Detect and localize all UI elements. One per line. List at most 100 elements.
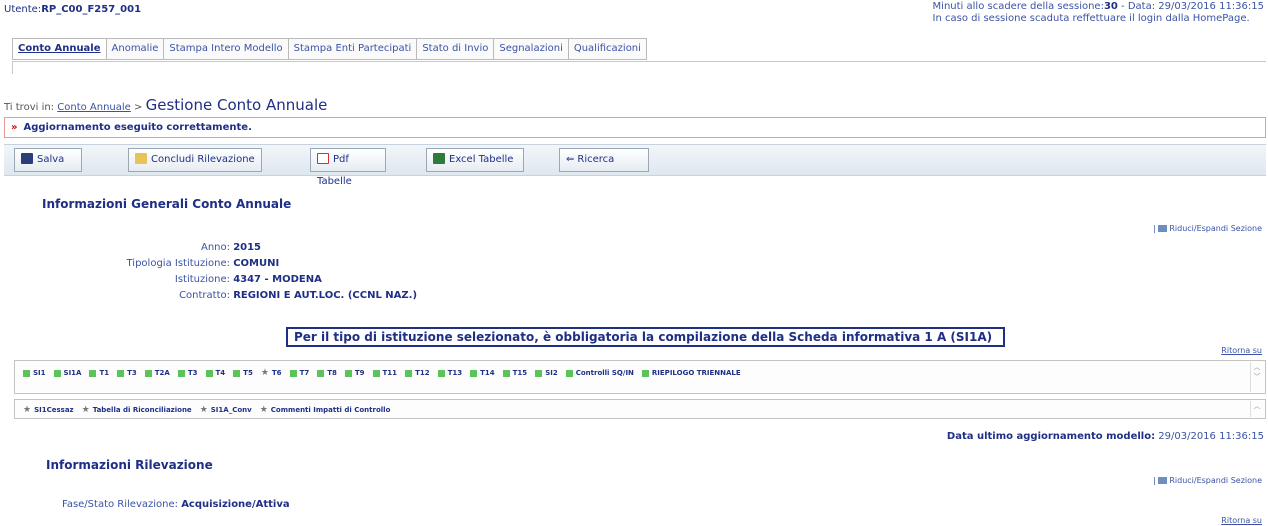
tab-left-divider <box>12 62 13 74</box>
scheda-label: SI1A_Conv <box>210 406 252 414</box>
session-minutes: 30 <box>1103 1 1118 12</box>
scheda-link-t5[interactable]: T5 <box>233 368 253 378</box>
scheda-link-si1[interactable]: SI1 <box>23 368 46 378</box>
scheda-label: T7 <box>299 369 310 377</box>
star-icon: ★ <box>199 405 208 415</box>
schede-scrollbar[interactable]: ︿ ﹀ <box>1250 362 1263 392</box>
scheda-label: T11 <box>382 369 398 377</box>
excel-tabelle-button[interactable]: Excel Tabelle <box>426 148 524 172</box>
scheda-link-riepilogo-triennale[interactable]: RIEPILOGO TRIENNALE <box>641 368 741 378</box>
status-ok-icon <box>53 369 61 377</box>
tab-segnalazioni[interactable]: Segnalazioni <box>493 38 568 60</box>
save-button[interactable]: Salva <box>14 148 82 172</box>
breadcrumb-separator: > <box>134 102 143 113</box>
tab-stato-di-invio[interactable]: Stato di Invio <box>416 38 494 60</box>
scheda-label: SI2 <box>545 369 558 377</box>
field-label: Istituzione: <box>174 274 230 285</box>
status-ok-icon <box>177 369 185 377</box>
excel-icon <box>433 153 445 164</box>
scheda-label: T12 <box>415 369 430 377</box>
breadcrumb-link-conto-annuale[interactable]: Conto Annuale <box>57 102 131 113</box>
scheda-label: T4 <box>215 369 226 377</box>
ritorna-su-link[interactable]: Ritorna su <box>1221 346 1262 355</box>
tab-conto-annuale[interactable]: Conto Annuale <box>12 38 106 60</box>
status-ok-icon <box>205 369 213 377</box>
star-icon: ★ <box>81 405 90 415</box>
field-contratto: Contratto: REGIONI E AUT.LOC. (CCNL NAZ.… <box>40 288 417 304</box>
scheda-link-controlli-sq-in[interactable]: Controlli SQ/IN <box>565 368 634 378</box>
status-ok-icon <box>117 369 125 377</box>
status-ok-icon <box>89 369 97 377</box>
scheda-link-t11[interactable]: T11 <box>372 368 398 378</box>
scheda-label: T9 <box>354 369 365 377</box>
field-label: Tipologia Istituzione: <box>126 258 231 269</box>
scheda-link-tabella-di-riconciliazione[interactable]: ★ Tabella di Riconciliazione <box>82 405 192 415</box>
scheda-label: T1 <box>99 369 110 377</box>
scheda-link-si2[interactable]: SI2 <box>535 368 558 378</box>
status-ok-icon <box>23 369 30 377</box>
field-value: Acquisizione/Attiva <box>181 499 290 510</box>
scheda-link-t3[interactable]: T3 <box>117 368 137 378</box>
tab-stampa-enti-partecipati[interactable]: Stampa Enti Partecipati <box>287 38 417 60</box>
last-update-label: Data ultimo aggiornamento modello: <box>946 431 1156 442</box>
scheda-label: Controlli SQ/IN <box>575 369 634 377</box>
scheda-link-t13[interactable]: T13 <box>437 368 463 378</box>
scheda-link-t6[interactable]: ★ T6 <box>261 368 282 378</box>
tab-qualificazioni[interactable]: Qualificazioni <box>567 38 647 60</box>
scheda-link-t9[interactable]: T9 <box>344 368 365 378</box>
collapse-icon <box>1158 477 1168 484</box>
tabelle-scrollbar[interactable]: ︿ <box>1250 401 1263 417</box>
ritorna-su-link-2[interactable]: Ritorna su <box>1221 516 1262 525</box>
user-info: Utente:RP_C00_F257_001 <box>4 4 141 15</box>
field-label: Anno: <box>200 242 230 253</box>
scheda-link-t12[interactable]: T12 <box>405 368 430 378</box>
scheda-link-t3[interactable]: T3 <box>177 368 198 378</box>
ricerca-label: Ricerca <box>577 154 615 165</box>
scheda-link-t4[interactable]: T4 <box>205 368 226 378</box>
last-update-value: 29/03/2016 11:36:15 <box>1158 431 1264 442</box>
field-value: REGIONI E AUT.LOC. (CCNL NAZ.) <box>233 290 418 301</box>
scheda-label: T8 <box>327 369 337 377</box>
field-label: Contratto: <box>179 290 230 301</box>
scheda-link-t1[interactable]: T1 <box>89 368 109 378</box>
field-fase-stato: Fase/Stato Rilevazione: Acquisizione/Att… <box>48 497 290 513</box>
field-istituzione: Istituzione: 4347 - MODENA <box>40 272 417 288</box>
riduci-espandi-generali[interactable]: | Riduci/Espandi Sezione <box>1153 224 1262 233</box>
session-label: Minuti allo scadere della sessione: <box>932 1 1104 12</box>
scheda-link-si1cessaz[interactable]: ★ SI1Cessaz <box>23 405 74 415</box>
tab-anomalie[interactable]: Anomalie <box>105 38 164 60</box>
scheda-label: T6 <box>271 369 282 377</box>
scheda-link-t8[interactable]: T8 <box>317 368 337 378</box>
session-info: Minuti allo scadere della sessione:30 - … <box>933 1 1264 25</box>
scheda-link-t2a[interactable]: T2A <box>144 368 170 378</box>
message-text: Aggiornamento eseguito correttamente. <box>23 122 252 133</box>
pdf-tabelle-button[interactable]: Pdf Tabelle <box>310 148 386 187</box>
star-icon: ★ <box>259 405 268 415</box>
scheda-link-t7[interactable]: T7 <box>289 368 310 378</box>
concludi-rilevazione-button[interactable]: Concludi Rilevazione <box>128 148 262 172</box>
scheda-label: T14 <box>480 369 495 377</box>
scheda-label: Tabella di Riconciliazione <box>92 406 192 414</box>
success-message: » Aggiornamento eseguito correttamente. <box>4 117 1266 138</box>
scheda-link-t15[interactable]: T15 <box>502 368 528 378</box>
scheda-label: T13 <box>447 369 463 377</box>
tab-stampa-intero-modello[interactable]: Stampa Intero Modello <box>163 38 288 60</box>
scheda-link-si1a[interactable]: SI1A <box>53 368 82 378</box>
status-ok-icon <box>372 369 380 377</box>
scheda-link-si1a-conv[interactable]: ★ SI1A_Conv <box>200 405 252 415</box>
last-update: Data ultimo aggiornamento modello: 29/03… <box>947 431 1264 442</box>
ricerca-button[interactable]: ⇐ Ricerca <box>559 148 649 172</box>
star-icon: ★ <box>23 405 32 415</box>
riduci-espandi-rilevazione[interactable]: | Riduci/Espandi Sezione <box>1153 476 1262 485</box>
scheda-label: Commenti Impatti di Controllo <box>270 406 391 414</box>
status-ok-icon <box>317 369 325 377</box>
scheda-link-t14[interactable]: T14 <box>470 368 495 378</box>
riduci-label: Riduci/Espandi Sezione <box>1169 224 1262 233</box>
status-ok-icon <box>405 369 413 377</box>
field-value: 2015 <box>233 242 262 253</box>
mandatory-scheda-notice: Per il tipo di istituzione selezionato, … <box>286 327 1005 347</box>
scheda-label: SI1A <box>63 369 82 377</box>
scheda-label: T15 <box>512 369 528 377</box>
status-ok-icon <box>470 369 478 377</box>
scheda-link-commenti-impatti-di-controllo[interactable]: ★ Commenti Impatti di Controllo <box>260 405 391 415</box>
